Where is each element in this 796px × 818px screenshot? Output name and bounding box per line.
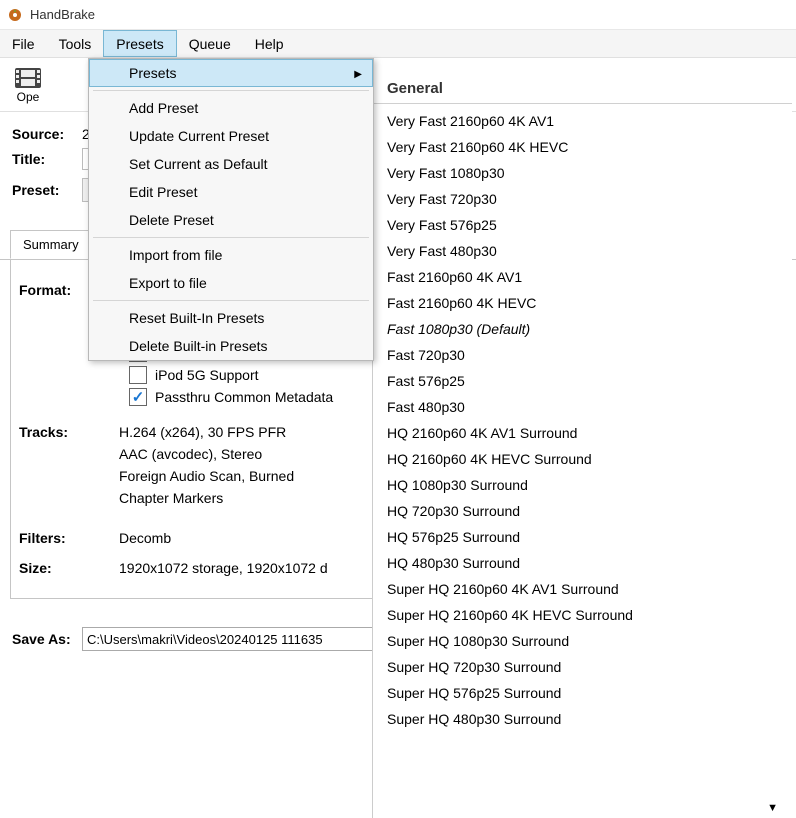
menu-item-delete-preset[interactable]: Delete Preset <box>89 206 373 234</box>
titlebar: HandBrake <box>0 0 796 30</box>
menu-help[interactable]: Help <box>243 30 296 57</box>
save-as-label: Save As: <box>12 631 74 647</box>
menu-queue[interactable]: Queue <box>177 30 243 57</box>
size-value: 1920x1072 storage, 1920x1072 d <box>119 560 328 576</box>
preset-very-fast-480p30[interactable]: Very Fast 480p30 <box>373 238 792 264</box>
menu-item-export-to-file[interactable]: Export to file <box>89 269 373 297</box>
preset-super-hq-2160p60-4k-av1-surround[interactable]: Super HQ 2160p60 4K AV1 Surround <box>373 576 792 602</box>
menu-item-reset-built-in-presets[interactable]: Reset Built-In Presets <box>89 304 373 332</box>
menu-separator <box>93 237 369 238</box>
size-label: Size: <box>19 560 119 576</box>
preset-super-hq-1080p30-surround[interactable]: Super HQ 1080p30 Surround <box>373 628 792 654</box>
tracks-values: H.264 (x264), 30 FPS PFR AAC (avcodec), … <box>119 424 294 512</box>
preset-super-hq-720p30-surround[interactable]: Super HQ 720p30 Surround <box>373 654 792 680</box>
submenu-header: General <box>373 70 792 104</box>
passthru-checkbox[interactable] <box>129 388 147 406</box>
preset-hq-1080p30-surround[interactable]: HQ 1080p30 Surround <box>373 472 792 498</box>
preset-fast-2160p60-4k-av1[interactable]: Fast 2160p60 4K AV1 <box>373 264 792 290</box>
menu-item-import-from-file[interactable]: Import from file <box>89 241 373 269</box>
presets-dropdown: Presets Add PresetUpdate Current PresetSe… <box>88 58 374 361</box>
preset-fast-1080p30-default-[interactable]: Fast 1080p30 (Default) <box>373 316 792 342</box>
preset-hq-576p25-surround[interactable]: HQ 576p25 Surround <box>373 524 792 550</box>
ipod5g-label: iPod 5G Support <box>155 367 259 383</box>
menu-separator <box>93 90 369 91</box>
preset-very-fast-2160p60-4k-hevc[interactable]: Very Fast 2160p60 4K HEVC <box>373 134 792 160</box>
preset-super-hq-480p30-surround[interactable]: Super HQ 480p30 Surround <box>373 706 792 732</box>
menubar: File Tools Presets Queue Help <box>0 30 796 58</box>
scroll-down-icon[interactable]: ▼ <box>767 802 778 814</box>
preset-hq-480p30-surround[interactable]: HQ 480p30 Surround <box>373 550 792 576</box>
open-source-button[interactable]: Ope <box>8 64 48 106</box>
menu-presets[interactable]: Presets <box>103 30 176 57</box>
menu-item-delete-built-in-presets[interactable]: Delete Built-in Presets <box>89 332 373 360</box>
track-line: AAC (avcodec), Stereo <box>119 446 294 462</box>
tab-summary[interactable]: Summary <box>10 230 92 259</box>
preset-fast-720p30[interactable]: Fast 720p30 <box>373 342 792 368</box>
handbrake-icon <box>6 6 24 24</box>
preset-fast-480p30[interactable]: Fast 480p30 <box>373 394 792 420</box>
preset-label: Preset: <box>12 182 74 198</box>
menu-file[interactable]: File <box>0 30 47 57</box>
window-title: HandBrake <box>30 7 95 22</box>
preset-fast-2160p60-4k-hevc[interactable]: Fast 2160p60 4K HEVC <box>373 290 792 316</box>
track-line: Chapter Markers <box>119 490 294 506</box>
preset-super-hq-576p25-surround[interactable]: Super HQ 576p25 Surround <box>373 680 792 706</box>
preset-very-fast-2160p60-4k-av1[interactable]: Very Fast 2160p60 4K AV1 <box>373 108 792 134</box>
film-icon <box>14 66 42 90</box>
menu-tools[interactable]: Tools <box>47 30 104 57</box>
menu-item-presets[interactable]: Presets <box>89 59 373 87</box>
filters-label: Filters: <box>19 530 119 546</box>
open-source-label: Ope <box>17 90 40 104</box>
ipod5g-checkbox[interactable] <box>129 366 147 384</box>
source-label: Source: <box>12 126 74 142</box>
menu-separator <box>93 300 369 301</box>
preset-very-fast-1080p30[interactable]: Very Fast 1080p30 <box>373 160 792 186</box>
menu-item-set-current-as-default[interactable]: Set Current as Default <box>89 150 373 178</box>
title-label: Title: <box>12 151 74 167</box>
preset-fast-576p25[interactable]: Fast 576p25 <box>373 368 792 394</box>
preset-hq-2160p60-4k-hevc-surround[interactable]: HQ 2160p60 4K HEVC Surround <box>373 446 792 472</box>
preset-hq-720p30-surround[interactable]: HQ 720p30 Surround <box>373 498 792 524</box>
menu-item-add-preset[interactable]: Add Preset <box>89 94 373 122</box>
preset-super-hq-2160p60-4k-hevc-surround[interactable]: Super HQ 2160p60 4K HEVC Surround <box>373 602 792 628</box>
track-line: H.264 (x264), 30 FPS PFR <box>119 424 294 440</box>
tracks-label: Tracks: <box>19 424 119 512</box>
filters-value: Decomb <box>119 530 171 546</box>
preset-very-fast-720p30[interactable]: Very Fast 720p30 <box>373 186 792 212</box>
track-line: Foreign Audio Scan, Burned <box>119 468 294 484</box>
preset-hq-2160p60-4k-av1-surround[interactable]: HQ 2160p60 4K AV1 Surround <box>373 420 792 446</box>
presets-submenu: General Very Fast 2160p60 4K AV1Very Fas… <box>372 70 792 818</box>
passthru-label: Passthru Common Metadata <box>155 389 333 405</box>
preset-very-fast-576p25[interactable]: Very Fast 576p25 <box>373 212 792 238</box>
menu-item-update-current-preset[interactable]: Update Current Preset <box>89 122 373 150</box>
menu-item-edit-preset[interactable]: Edit Preset <box>89 178 373 206</box>
